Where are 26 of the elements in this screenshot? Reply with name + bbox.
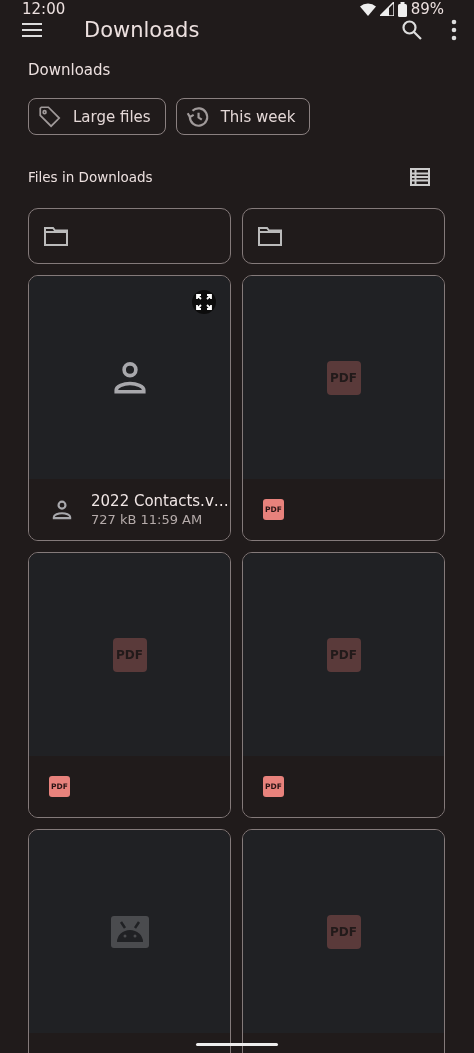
more-options-button[interactable] bbox=[450, 19, 458, 41]
filter-chip[interactable]: This week bbox=[175, 98, 311, 135]
clock: 12:00 bbox=[22, 0, 66, 18]
wifi-icon bbox=[359, 2, 376, 16]
battery-percent: 89% bbox=[410, 0, 444, 18]
list-view-button[interactable] bbox=[410, 168, 430, 186]
search-button[interactable] bbox=[400, 18, 424, 42]
signal-icon bbox=[379, 2, 394, 16]
folder-icon bbox=[44, 226, 68, 246]
folder-card[interactable] bbox=[28, 208, 231, 264]
folder-icon bbox=[258, 226, 282, 246]
file-card[interactable]: 2022 Contacts.v… 727 kB 11:59 AM bbox=[28, 275, 231, 541]
pdf-icon: PDF bbox=[112, 637, 147, 672]
tag-icon bbox=[37, 103, 63, 130]
battery-icon bbox=[397, 1, 407, 17]
app-title: Downloads bbox=[84, 18, 201, 42]
breadcrumb[interactable]: Downloads bbox=[0, 42, 474, 79]
file-meta: 727 kB 11:59 AM bbox=[91, 512, 204, 527]
folder-card[interactable] bbox=[242, 208, 445, 264]
pdf-icon: PDF bbox=[326, 914, 361, 949]
pdf-icon: PDF bbox=[326, 637, 361, 672]
file-name: 2022 Contacts.v… bbox=[91, 492, 229, 510]
pdf-icon: PDF bbox=[326, 360, 361, 395]
section-title: Files in Downloads bbox=[28, 169, 153, 185]
filter-chip[interactable]: Large files bbox=[28, 98, 166, 135]
android-icon bbox=[110, 915, 149, 948]
